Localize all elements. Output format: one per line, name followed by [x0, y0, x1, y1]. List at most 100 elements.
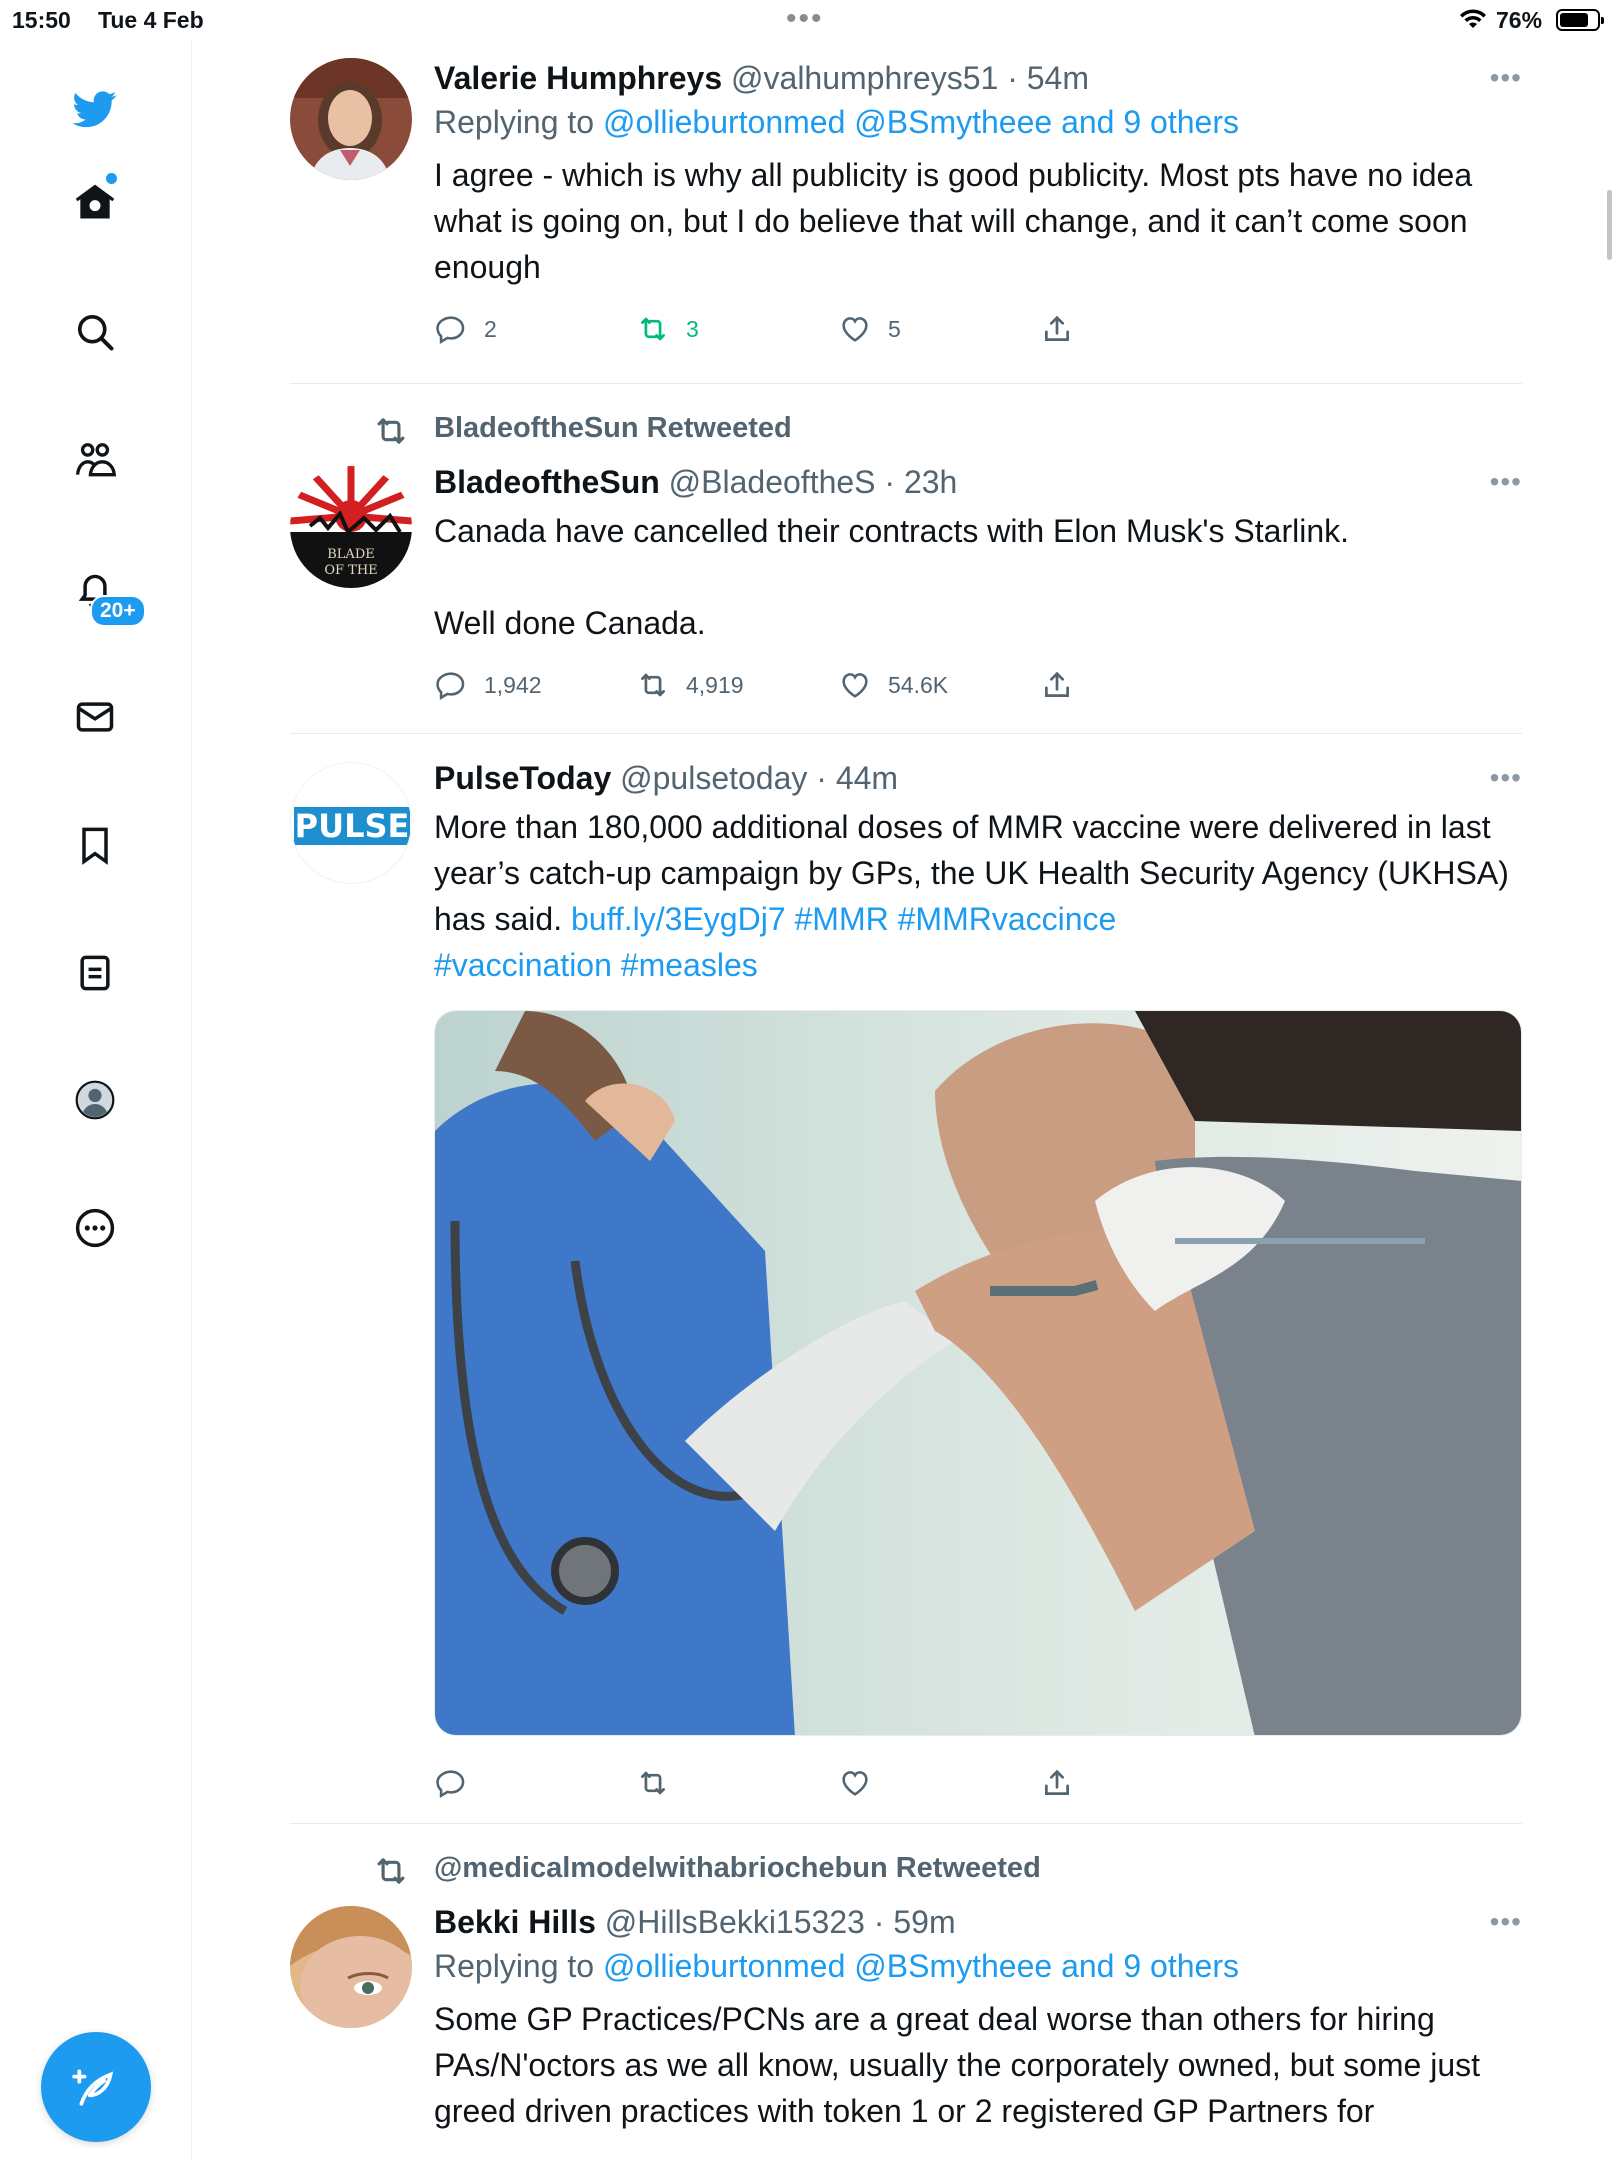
tweet-header: Valerie Humphreys @valhumphreys51 · 54m — [434, 58, 1522, 98]
communities-icon[interactable] — [70, 435, 120, 485]
retweet-button[interactable]: 3 — [636, 312, 699, 346]
tweet-hashtags[interactable]: #vaccination #measles — [434, 947, 758, 983]
share-button[interactable] — [1040, 668, 1074, 702]
avatar[interactable] — [290, 58, 412, 180]
retweeted-by-label: @medicalmodelwithabriochebun Retweeted — [434, 1852, 1041, 1884]
reply-icon — [436, 672, 465, 701]
avatar[interactable]: BLADE OF THE — [290, 466, 412, 588]
profile-icon[interactable] — [70, 1075, 120, 1125]
tweet-text: More than 180,000 additional doses of MM… — [434, 804, 1522, 988]
reply-count: 1,942 — [484, 671, 542, 698]
scrollbar[interactable] — [1607, 190, 1612, 260]
tweet-text: Some GP Practices/PCNs are a great deal … — [434, 2001, 1481, 2129]
tweet-header: PulseToday @pulsetoday · 44m — [434, 758, 1522, 798]
reply-icon — [436, 1770, 465, 1799]
author-name[interactable]: Bekki Hills — [434, 1904, 596, 1940]
compose-tweet-button[interactable] — [41, 2032, 151, 2142]
tweet[interactable]: @medicalmodelwithabriochebun Retweeted B… — [290, 1852, 1522, 2160]
retweet-button[interactable]: 4,919 — [636, 668, 744, 702]
more-options-icon[interactable]: ••• — [1490, 62, 1522, 94]
retweet-count: 4,919 — [686, 671, 744, 698]
reply-count: 2 — [484, 315, 497, 342]
tweet-actions: 1,942 4,919 54.6K — [434, 668, 1522, 708]
reply-icon — [436, 316, 465, 345]
reply-button[interactable]: 2 — [434, 312, 497, 346]
replying-to: Replying to @ollieburtonmed @BSmytheee a… — [434, 1942, 1522, 1990]
replying-to-links[interactable]: @ollieburtonmed @BSmytheee and 9 others — [603, 1948, 1239, 1984]
retweet-icon — [377, 1858, 405, 1884]
more-options-icon[interactable]: ••• — [1490, 762, 1522, 794]
avatar-text: BLADE — [327, 547, 375, 562]
more-icon[interactable] — [70, 1203, 120, 1253]
heart-icon — [842, 1771, 868, 1796]
status-time: 15:50 — [12, 7, 71, 33]
author-handle-time[interactable]: @BladeoftheS · 23h — [669, 464, 958, 500]
reply-button[interactable]: 1,942 — [434, 668, 542, 702]
heart-icon — [842, 673, 868, 698]
multitasking-dots-icon[interactable]: ••• — [786, 4, 824, 34]
retweet-icon — [641, 1771, 665, 1795]
retweet-icon — [641, 673, 665, 697]
notifications-badge: 20+ — [90, 595, 146, 627]
avatar-text: PULSE — [295, 807, 410, 845]
tweet[interactable]: PULSE PulseToday @pulsetoday · 44m ••• M… — [290, 758, 1522, 1808]
retweeted-by[interactable]: BladeoftheSun Retweeted — [377, 412, 792, 445]
author-handle-time[interactable]: @HillsBekki15323 · 59m — [605, 1904, 956, 1940]
author-handle-time[interactable]: @pulsetoday · 44m — [620, 760, 898, 796]
like-button[interactable]: 5 — [838, 312, 901, 346]
tweet-hashtags[interactable]: #MMR #MMRvaccince — [786, 901, 1117, 937]
battery-percent: 76% — [1496, 7, 1543, 33]
replying-to: Replying to @ollieburtonmed @BSmytheee a… — [434, 98, 1522, 146]
bookmarks-icon[interactable] — [70, 820, 120, 870]
twitter-logo-icon[interactable] — [70, 84, 120, 134]
home-icon[interactable] — [70, 177, 120, 227]
status-date: Tue 4 Feb — [98, 7, 204, 33]
lists-icon[interactable] — [70, 948, 120, 998]
like-button[interactable] — [838, 1766, 872, 1800]
author-name[interactable]: Valerie Humphreys — [434, 60, 722, 96]
tweet-actions — [434, 1766, 1522, 1806]
like-count: 5 — [888, 315, 901, 342]
home-unread-dot — [106, 173, 117, 184]
avatar-text: OF THE — [324, 563, 377, 578]
divider — [290, 733, 1522, 734]
retweet-icon — [641, 317, 665, 341]
replying-to-label: Replying to — [434, 1948, 603, 1984]
wifi-icon — [1460, 9, 1486, 28]
share-button[interactable] — [1040, 312, 1074, 346]
author-name[interactable]: BladeoftheSun — [434, 464, 660, 500]
tweet-image[interactable] — [434, 1010, 1522, 1736]
avatar[interactable]: PULSE — [290, 762, 412, 884]
tweet[interactable]: BladeoftheSun Retweeted BLADE OF THE Bla… — [290, 412, 1522, 712]
like-count: 54.6K — [888, 671, 949, 698]
tweet[interactable]: Valerie Humphreys @valhumphreys51 · 54m … — [290, 58, 1522, 378]
share-icon — [1045, 315, 1069, 341]
reply-button[interactable] — [434, 1766, 468, 1800]
retweet-count: 3 — [686, 315, 699, 342]
retweeted-by[interactable]: @medicalmodelwithabriochebun Retweeted — [377, 1852, 1041, 1885]
messages-icon[interactable] — [70, 692, 120, 742]
tweet-text: Well done Canada. — [434, 605, 706, 641]
tweet-header: Bekki Hills @HillsBekki15323 · 59m — [434, 1902, 1522, 1942]
like-button[interactable]: 54.6K — [838, 668, 948, 702]
more-options-icon[interactable]: ••• — [1490, 1906, 1522, 1938]
more-options-icon[interactable]: ••• — [1490, 466, 1522, 498]
sidebar-nav: 20+ — [0, 40, 192, 2160]
tweet-text: I agree - which is why all publicity is … — [434, 157, 1473, 285]
replying-to-links[interactable]: @ollieburtonmed @BSmytheee and 9 others — [603, 104, 1239, 140]
share-icon — [1045, 1769, 1069, 1795]
retweet-button[interactable] — [636, 1766, 670, 1800]
author-handle-time[interactable]: @valhumphreys51 · 54m — [731, 60, 1089, 96]
author-name[interactable]: PulseToday — [434, 760, 611, 796]
share-icon — [1045, 671, 1069, 697]
battery-icon — [1556, 9, 1604, 31]
tweet-actions: 2 3 5 — [434, 312, 1522, 352]
divider — [290, 1823, 1522, 1824]
share-button[interactable] — [1040, 1766, 1074, 1800]
tweet-header: BladeoftheSun @BladeoftheS · 23h — [434, 462, 1522, 502]
search-icon[interactable] — [70, 307, 120, 357]
heart-icon — [842, 317, 868, 342]
tweet-link[interactable]: buff.ly/3EygDj7 — [571, 901, 786, 937]
retweet-icon — [377, 418, 405, 444]
avatar[interactable] — [290, 1906, 412, 2028]
